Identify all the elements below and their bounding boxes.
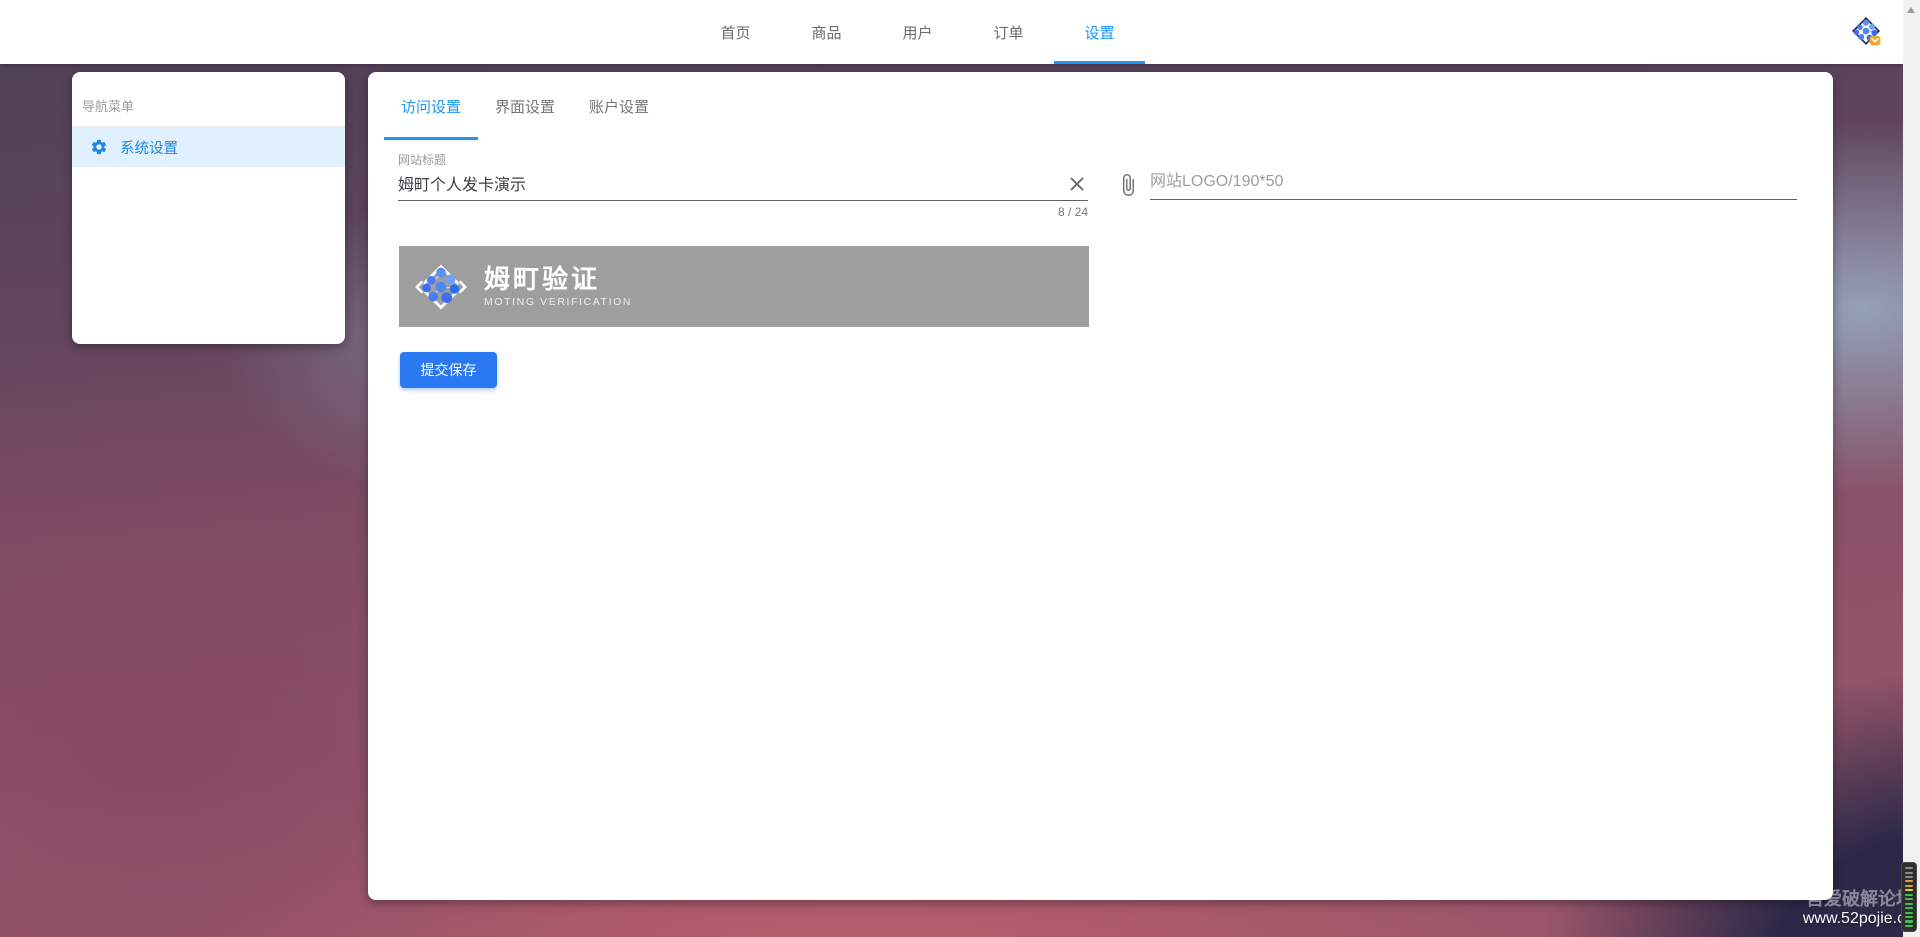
- scroll-up-icon[interactable]: [1907, 7, 1915, 13]
- nav-tab-products[interactable]: 商品: [781, 0, 872, 64]
- nav-tab-orders[interactable]: 订单: [963, 0, 1054, 64]
- watermark-forum-name: 吾爱破解论坛: [1803, 889, 1914, 910]
- settings-tabs: 访问设置 界面设置 账户设置: [384, 72, 666, 140]
- scrollbar-track[interactable]: [1903, 0, 1920, 937]
- submit-save-button[interactable]: 提交保存: [400, 352, 497, 388]
- nav-tab-home[interactable]: 首页: [690, 0, 781, 64]
- logo-preview-subtitle: MOTING VERIFICATION: [484, 296, 632, 308]
- sidebar-item-label: 系统设置: [120, 137, 178, 158]
- diamond-dots-logo-icon[interactable]: [1848, 13, 1884, 49]
- close-icon[interactable]: [1066, 173, 1088, 195]
- settings-card: 访问设置 界面设置 账户设置 网站标题 8 / 24: [368, 72, 1833, 900]
- diamond-dots-logo-icon: [412, 258, 470, 316]
- site-title-field: 网站标题 8 / 24: [398, 152, 1088, 219]
- char-counter: 8 / 24: [398, 205, 1088, 219]
- nav-tab-users[interactable]: 用户: [872, 0, 963, 64]
- site-logo-field: [1116, 167, 1797, 200]
- site-logo-input[interactable]: [1150, 170, 1797, 194]
- sidebar-title: 导航菜单: [72, 72, 345, 127]
- tab-account-settings[interactable]: 账户设置: [572, 72, 666, 140]
- nav-tab-settings[interactable]: 设置: [1054, 0, 1145, 64]
- watermark: 吾爱破解论坛 www.52pojie.cn: [1803, 889, 1914, 928]
- top-header: 首页 商品 用户 订单 设置: [0, 0, 1920, 64]
- gear-icon: [90, 138, 108, 156]
- site-title-input[interactable]: [398, 171, 1066, 195]
- paperclip-icon[interactable]: [1116, 172, 1140, 198]
- watermark-url: www.52pojie.cn: [1803, 910, 1914, 928]
- tab-access-settings[interactable]: 访问设置: [384, 72, 478, 140]
- logo-preview-title: 姆町验证: [484, 265, 632, 293]
- audio-level-meter-widget[interactable]: [1901, 862, 1917, 932]
- logo-preview-banner: 姆町验证 MOTING VERIFICATION: [399, 246, 1089, 327]
- sidebar-item-system-settings[interactable]: 系统设置: [72, 127, 345, 167]
- site-title-label: 网站标题: [398, 152, 1088, 168]
- tab-interface-settings[interactable]: 界面设置: [478, 72, 572, 140]
- sidebar-card: 导航菜单 系统设置: [72, 72, 345, 344]
- main-nav: 首页 商品 用户 订单 设置: [690, 0, 1145, 64]
